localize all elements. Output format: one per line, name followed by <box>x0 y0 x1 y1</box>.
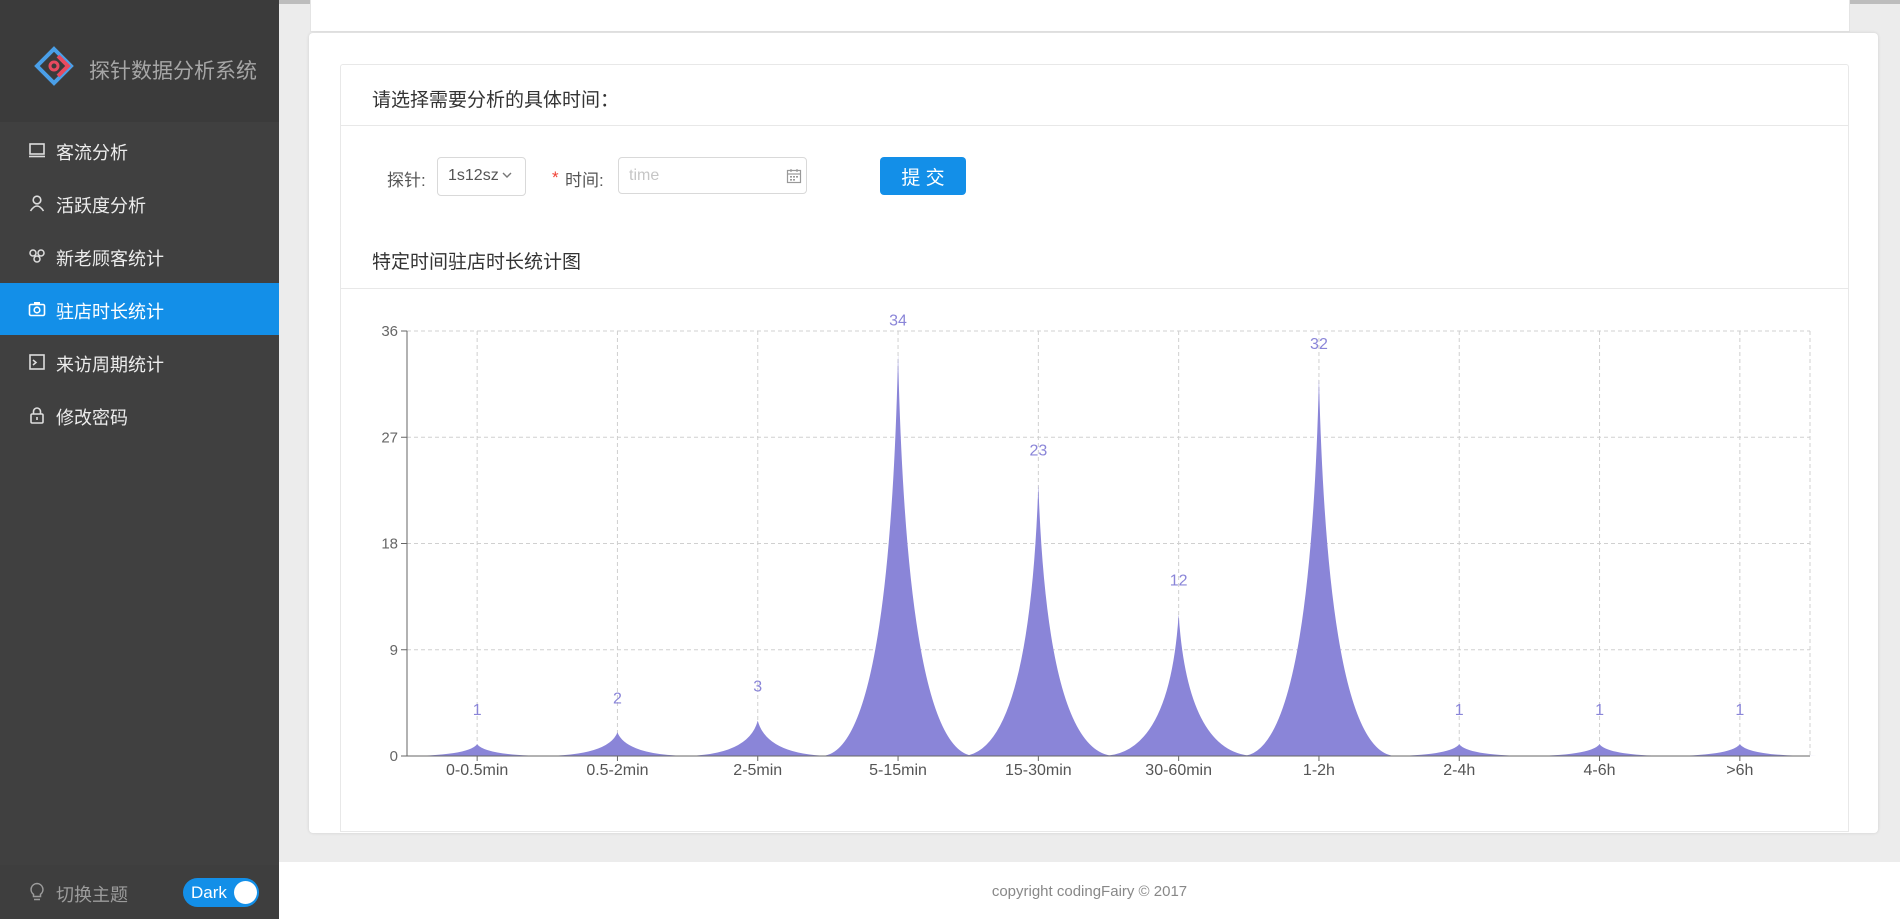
logo-icon <box>34 46 74 86</box>
sidebar-item-customer-flow[interactable]: 客流分析 <box>0 124 279 176</box>
previous-card-edge <box>310 0 1850 32</box>
sidebar-item-label: 来访周期统计 <box>56 355 164 375</box>
sidebar-item-activity[interactable]: 活跃度分析 <box>0 177 279 229</box>
lock-icon <box>30 407 44 424</box>
team-icon <box>29 249 45 263</box>
monitor-icon <box>29 143 45 158</box>
footer: copyright codingFairy © 2017 <box>279 862 1900 919</box>
sidebar-item-stay-duration[interactable]: 驻店时长统计 <box>0 283 279 335</box>
camera-icon <box>28 302 46 317</box>
required-mark: * <box>552 168 559 187</box>
card-header: 请选择需要分析的具体时间： <box>341 65 1848 126</box>
chevron-down-icon <box>502 172 512 178</box>
sidebar-item-label: 新老顾客统计 <box>56 249 164 269</box>
time-label: 时间: <box>565 171 604 190</box>
user-icon <box>29 195 45 212</box>
brand-header: 探针数据分析系统 <box>0 0 279 122</box>
toggle-knob <box>234 881 257 904</box>
sidebar-item-label: 活跃度分析 <box>56 196 146 216</box>
probe-select[interactable]: 1s12sz <box>437 157 526 196</box>
sidebar-item-visit-cycle[interactable]: 来访周期统计 <box>0 336 279 388</box>
copyright-text: copyright codingFairy © 2017 <box>991 883 1188 900</box>
theme-toggle-label: Dark <box>191 883 227 902</box>
theme-switch-row: 切换主题 Dark <box>0 865 279 919</box>
theme-toggle[interactable]: Dark <box>183 878 259 907</box>
bulb-icon <box>30 882 44 901</box>
code-icon <box>29 354 45 370</box>
chart-title: 特定时间驻店时长统计图 <box>372 252 582 273</box>
sidebar: 探针数据分析系统 客流分析 活跃度分析 新老顾客统计 驻店时长统计 来访周期统计… <box>0 0 279 919</box>
chart-card: 特定时间驻店时长统计图 <box>340 228 1849 832</box>
theme-switch-label: 切换主题 <box>56 885 128 905</box>
form-title: 请选择需要分析的具体时间： <box>372 90 620 111</box>
sidebar-item-label: 修改密码 <box>56 408 128 428</box>
time-selection-card: 请选择需要分析的具体时间： 探针: 1s12sz * 时间: 提 交 <box>340 64 1849 230</box>
submit-button[interactable]: 提 交 <box>880 157 966 195</box>
card-header: 特定时间驻店时长统计图 <box>341 228 1848 289</box>
probe-select-value: 1s12sz <box>448 167 499 184</box>
sidebar-item-change-password[interactable]: 修改密码 <box>0 389 279 441</box>
time-input[interactable] <box>618 157 807 194</box>
sidebar-item-new-old-customers[interactable]: 新老顾客统计 <box>0 230 279 282</box>
sidebar-item-label: 驻店时长统计 <box>56 302 164 322</box>
calendar-icon[interactable] <box>786 168 802 184</box>
probe-label: 探针: <box>387 171 426 190</box>
sidebar-item-label: 客流分析 <box>56 143 128 163</box>
app-title: 探针数据分析系统 <box>89 60 257 83</box>
